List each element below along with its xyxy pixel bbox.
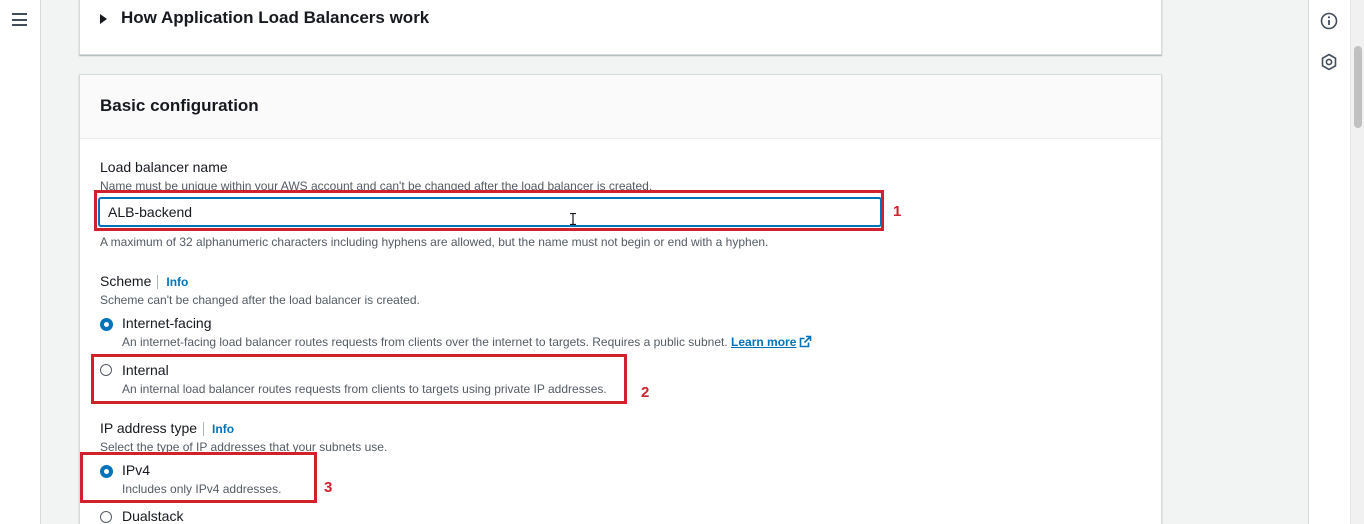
left-nav-rail	[0, 0, 41, 524]
hamburger-menu-icon[interactable]	[12, 13, 27, 26]
load-balancer-name-label: Load balancer name	[100, 159, 228, 175]
external-link-icon[interactable]	[799, 335, 812, 348]
scheme-label-row: Scheme Info	[100, 273, 189, 291]
annotation-box-2	[91, 354, 627, 404]
annotation-number-3: 3	[324, 479, 333, 496]
annotation-box-3	[80, 452, 317, 503]
hexagon-gear-icon[interactable]	[1320, 53, 1338, 71]
page: How Application Load Balancers work Basi…	[0, 0, 1364, 524]
info-circle-icon[interactable]	[1320, 12, 1338, 30]
dualstack-radio[interactable]	[100, 511, 112, 523]
scheme-label: Scheme	[100, 273, 152, 289]
internet-facing-description-row: An internet-facing load balancer routes …	[122, 335, 812, 349]
right-utility-rail	[1308, 0, 1351, 524]
main-content: How Application Load Balancers work Basi…	[41, 0, 1308, 524]
ip-type-label: IP address type	[100, 420, 198, 436]
ip-type-label-row: IP address type Info	[100, 420, 235, 438]
ip-type-info-link[interactable]: Info	[203, 422, 235, 436]
annotation-box-1	[94, 190, 884, 231]
dualstack-label[interactable]: Dualstack	[122, 508, 183, 524]
internet-facing-radio[interactable]	[100, 318, 113, 331]
how-it-works-title[interactable]: How Application Load Balancers work	[121, 8, 429, 28]
how-it-works-panel[interactable]: How Application Load Balancers work	[79, 0, 1162, 55]
scheme-description: Scheme can't be changed after the load b…	[100, 293, 420, 307]
panel-header: Basic configuration	[80, 75, 1161, 139]
annotation-number-2: 2	[641, 384, 650, 401]
scheme-info-link[interactable]: Info	[157, 275, 189, 289]
internet-facing-description: An internet-facing load balancer routes …	[122, 335, 728, 349]
page-scrollbar[interactable]	[1350, 0, 1364, 524]
internet-facing-label[interactable]: Internet-facing	[122, 315, 212, 331]
annotation-number-1: 1	[893, 203, 902, 220]
load-balancer-name-constraint: A maximum of 32 alphanumeric characters …	[100, 235, 769, 249]
scrollbar-thumb[interactable]	[1354, 46, 1362, 128]
learn-more-link[interactable]: Learn more	[731, 335, 796, 349]
panel-title: Basic configuration	[100, 96, 259, 115]
caret-right-icon[interactable]	[100, 14, 107, 24]
